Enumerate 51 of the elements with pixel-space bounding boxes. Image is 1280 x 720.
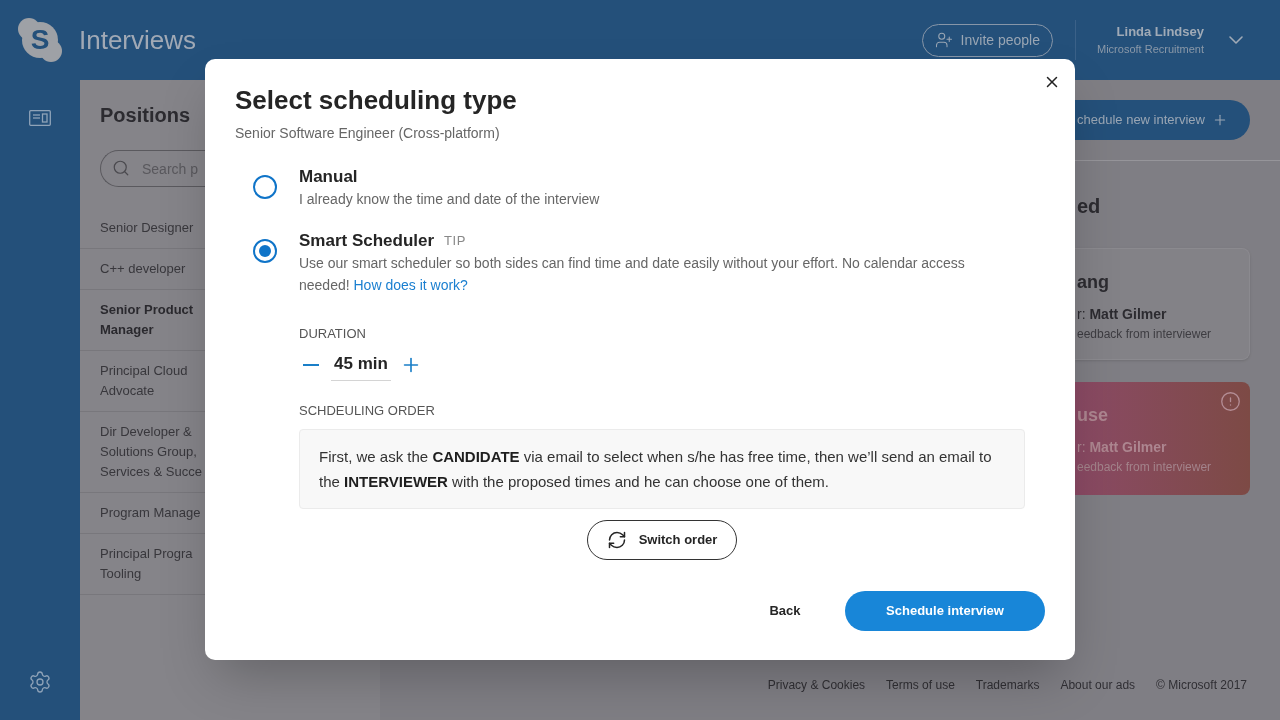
- position-item[interactable]: Senior Product Manager: [100, 300, 194, 340]
- interview-card[interactable]: ang r: Matt Gilmer eedback from interviewer: [1075, 248, 1250, 360]
- candidate-name: ang: [1077, 271, 1109, 294]
- footer-link[interactable]: Privacy & Cookies: [767, 677, 866, 693]
- alert-card[interactable]: use r: Matt Gilmer eedback from interviewer: [1075, 382, 1250, 495]
- back-button[interactable]: Back: [745, 591, 825, 631]
- schedule-button[interactable]: Schedule interview: [845, 591, 1045, 631]
- radio-button[interactable]: [253, 239, 277, 263]
- plus-icon: [1212, 112, 1228, 128]
- panel-icon[interactable]: [29, 110, 51, 126]
- footer-link[interactable]: Trademarks: [975, 677, 1040, 693]
- option-label: Manual: [299, 166, 358, 188]
- settings-icon[interactable]: [28, 670, 52, 694]
- duration-label: DURATION: [299, 325, 366, 343]
- tip-label: TIP: [444, 232, 466, 250]
- user-plus-icon: [934, 31, 953, 49]
- alert-icon: [1220, 391, 1241, 412]
- position-item[interactable]: Principal Cloud Advocate: [100, 361, 188, 401]
- position-item[interactable]: Principal Progra Tooling: [100, 544, 193, 584]
- footer-link[interactable]: Terms of use: [886, 677, 955, 693]
- new-interview-button[interactable]: chedule new interview: [1075, 100, 1250, 140]
- interviewer-text: r: Matt Gilmer: [1077, 438, 1167, 457]
- dialog-subtitle: Senior Software Engineer (Cross-platform): [235, 124, 500, 143]
- user-name: Linda Lindsey: [1116, 23, 1204, 41]
- minus-icon: [303, 363, 319, 366]
- position-item[interactable]: Program Manage: [100, 503, 201, 523]
- radio-button[interactable]: [253, 175, 277, 199]
- order-label: SCHDEULING ORDER: [299, 402, 435, 420]
- footer-link[interactable]: About our ads: [1060, 677, 1136, 693]
- refresh-icon: [606, 530, 627, 550]
- candidate-name: use: [1077, 404, 1109, 427]
- dialog-title: Select scheduling type: [235, 84, 517, 116]
- position-item[interactable]: Senior Designer: [100, 218, 194, 238]
- option-description: Use our smart scheduler so both sides can find time and date easily without your effort. No calendar access needed! How does it work?: [299, 254, 966, 295]
- footer-link[interactable]: © Microsoft 2017: [1156, 677, 1247, 693]
- help-link[interactable]: How does it work?: [353, 277, 468, 293]
- feedback-status: eedback from interviewer: [1077, 326, 1212, 342]
- interviewer-text: r: Matt Gilmer: [1077, 305, 1167, 324]
- position-item[interactable]: C++ developer: [100, 259, 186, 279]
- option-description: I already know the time and date of the interview: [299, 190, 600, 209]
- feedback-status: eedback from interviewer: [1077, 459, 1212, 475]
- section-heading: ed: [1076, 194, 1101, 219]
- panel-title: Positions: [99, 103, 191, 128]
- search-icon: [112, 159, 130, 177]
- logo: S: [18, 18, 62, 62]
- app-title: Interviews: [79, 24, 197, 56]
- order-description: First, we ask the CANDIDATE via email to select when s/he has free time, then we’ll send an email to the INTERVIEWER with the proposed times and he can choose one of them.: [299, 429, 1025, 509]
- duration-field[interactable]: 45 min: [331, 348, 391, 381]
- position-item[interactable]: Dir Developer & Solutions Group, Services & Succe: [100, 422, 202, 482]
- option-label: Smart Scheduler: [299, 230, 435, 252]
- user-organization: Microsoft Recruitment: [1097, 42, 1204, 57]
